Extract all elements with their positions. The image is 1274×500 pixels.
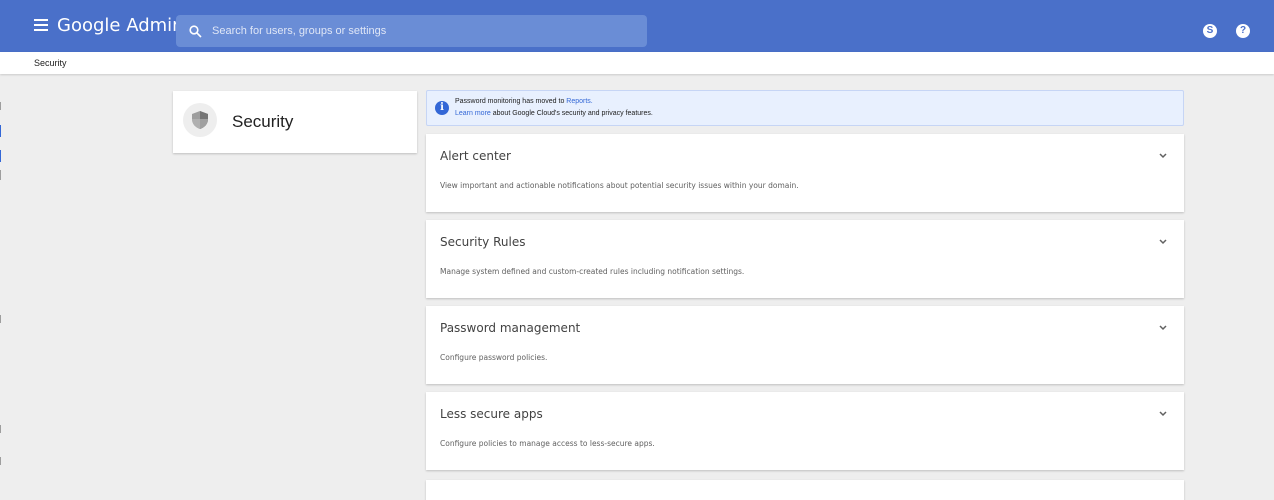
learn-more-link[interactable]: Learn more [455, 110, 491, 117]
panel-title: Password management [440, 321, 581, 335]
top-app-bar: Google Admin S ? [0, 0, 1274, 52]
app-logo[interactable]: Google Admin [57, 15, 184, 36]
edge-marker [0, 315, 1, 323]
panel-title: Security Rules [440, 235, 526, 249]
panel-password-management[interactable]: Password management Configure password p… [426, 306, 1184, 384]
search-box[interactable] [176, 15, 647, 47]
search-icon [189, 25, 202, 38]
page-title: Security [232, 112, 294, 131]
panel-title: Alert center [440, 149, 511, 163]
panel-alert-center[interactable]: Alert center View important and actionab… [426, 134, 1184, 212]
edge-marker [0, 125, 1, 137]
info-banner: i Password monitoring has moved to Repor… [426, 90, 1184, 126]
panel-title: Less secure apps [440, 407, 543, 421]
section-header-card: Security [173, 91, 417, 153]
chevron-down-icon[interactable] [1158, 324, 1168, 332]
help-icon[interactable]: ? [1236, 24, 1250, 38]
edge-marker [0, 457, 1, 465]
panel-description: Configure policies to manage access to l… [440, 439, 655, 448]
chevron-down-icon[interactable] [1158, 152, 1168, 160]
chevron-down-icon[interactable] [1158, 410, 1168, 418]
panel-description: Configure password policies. [440, 353, 548, 362]
search-input[interactable] [212, 15, 632, 47]
edge-marker [0, 102, 1, 110]
menu-icon[interactable] [34, 19, 48, 31]
panel-security-rules[interactable]: Security Rules Manage system defined and… [426, 220, 1184, 298]
breadcrumb-bar: Security [0, 52, 1274, 74]
reports-link[interactable]: Reports. [566, 98, 592, 105]
panel-description: View important and actionable notificati… [440, 181, 799, 190]
banner-text: about Google Cloud's security and privac… [490, 110, 653, 117]
banner-line-1: Password monitoring has moved to Reports… [455, 98, 593, 105]
shield-icon-container [183, 103, 217, 137]
panel-description: Manage system defined and custom-created… [440, 267, 745, 276]
shield-icon [192, 111, 208, 129]
edge-marker [0, 170, 1, 180]
edge-marker [0, 425, 1, 433]
edge-marker [0, 150, 1, 162]
info-icon: i [435, 101, 449, 115]
chevron-down-icon[interactable] [1158, 238, 1168, 246]
banner-line-2: Learn more about Google Cloud's security… [455, 110, 653, 117]
account-circle-icon[interactable]: S [1203, 24, 1217, 38]
panel-next-partial[interactable] [426, 480, 1184, 500]
panel-less-secure-apps[interactable]: Less secure apps Configure policies to m… [426, 392, 1184, 470]
banner-text: Password monitoring has moved to [455, 98, 567, 105]
breadcrumb[interactable]: Security [34, 58, 67, 68]
